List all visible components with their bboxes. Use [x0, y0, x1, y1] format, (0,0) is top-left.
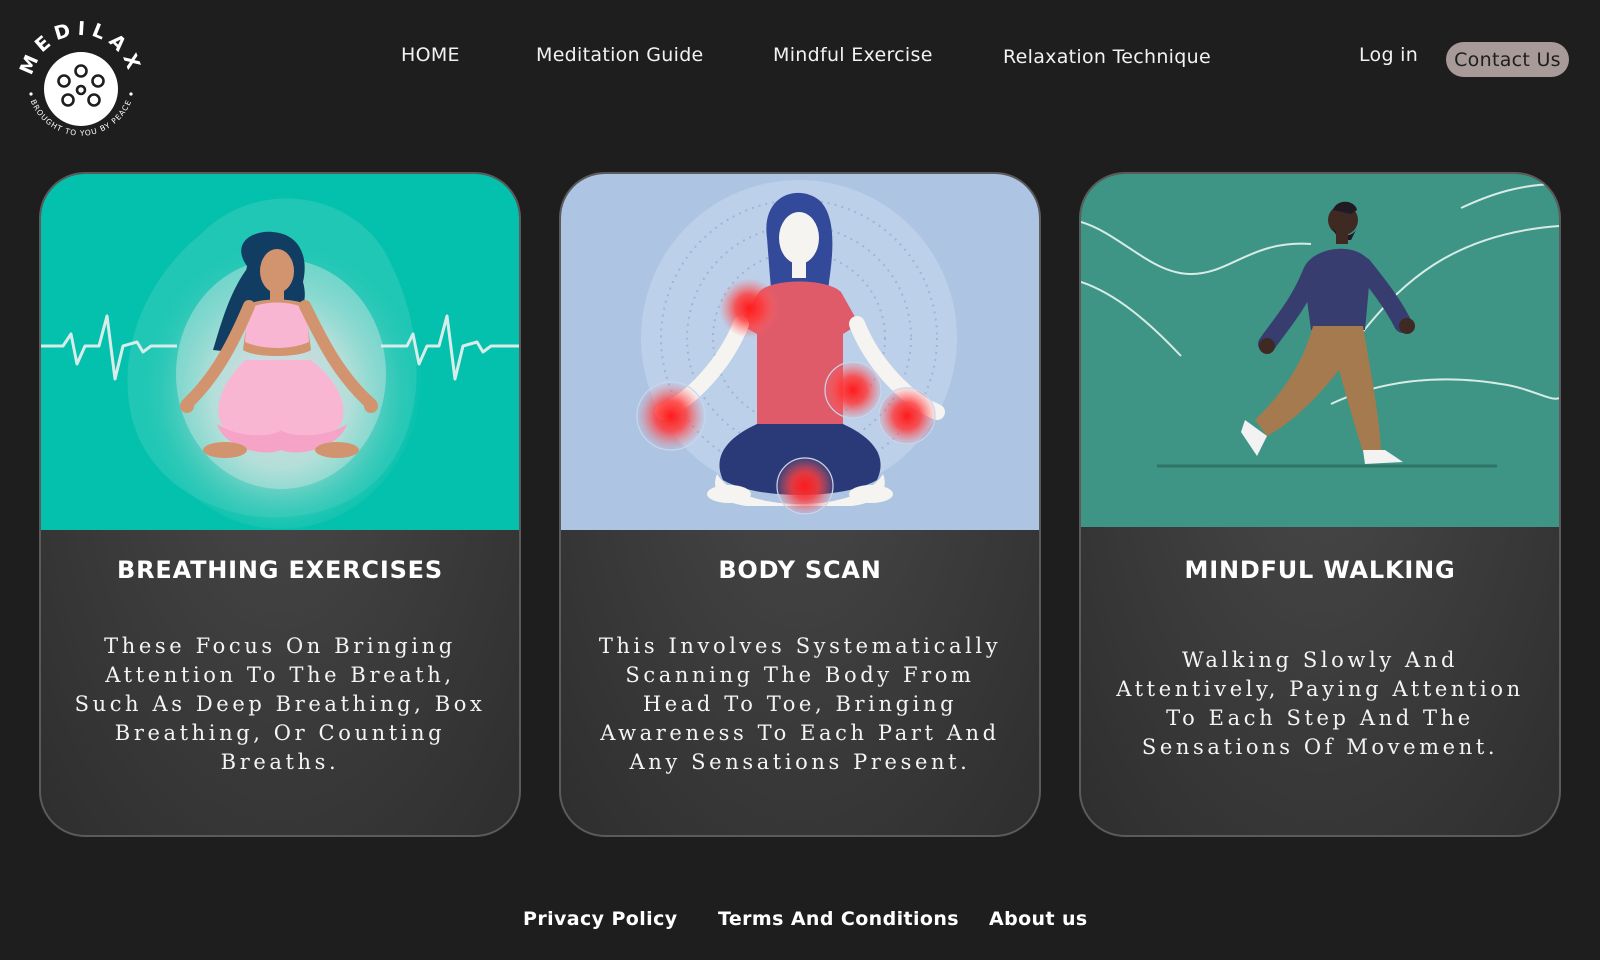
card-title: BREATHING EXERCISES [117, 556, 443, 584]
terms-and-conditions-link[interactable]: Terms And Conditions [718, 908, 959, 930]
card-description: Walking Slowly And Attentively, Paying A… [1116, 648, 1524, 759]
brand-logo[interactable]: MEDILAX BROUGHT TO YOU BY PEACE [16, 12, 146, 142]
body-scan-illustration [561, 174, 1039, 530]
card-description: These Focus On Bringing Attention To The… [74, 634, 486, 774]
card-description: This Involves Systematically Scanning Th… [598, 634, 1002, 774]
logo-emblem: MEDILAX BROUGHT TO YOU BY PEACE [16, 18, 141, 138]
main-nav: HOME Meditation Guide Mindful Exercise R… [0, 44, 1600, 74]
card-title: MINDFUL WALKING [1184, 556, 1456, 584]
contact-us-button[interactable]: Contact Us [1446, 42, 1569, 77]
nav-mindful-exercise[interactable]: Mindful Exercise [773, 44, 933, 66]
card-body-scan[interactable]: BODY SCAN This Involves Systematically S… [559, 172, 1041, 837]
nav-relaxation-technique[interactable]: Relaxation Technique [1003, 46, 1211, 68]
card-title: BODY SCAN [718, 556, 882, 584]
privacy-policy-link[interactable]: Privacy Policy [523, 908, 678, 930]
card-mindful-walking[interactable]: MINDFUL WALKING Walking Slowly And Atten… [1079, 172, 1561, 837]
breathing-illustration [41, 174, 519, 530]
nav-meditation-guide[interactable]: Meditation Guide [536, 44, 704, 66]
nav-home[interactable]: HOME [401, 44, 460, 66]
mindful-walking-illustration [1081, 174, 1559, 530]
card-breathing-exercises[interactable]: BREATHING EXERCISES These Focus On Bring… [39, 172, 521, 837]
about-us-link[interactable]: About us [989, 908, 1088, 930]
login-link[interactable]: Log in [1359, 44, 1418, 66]
